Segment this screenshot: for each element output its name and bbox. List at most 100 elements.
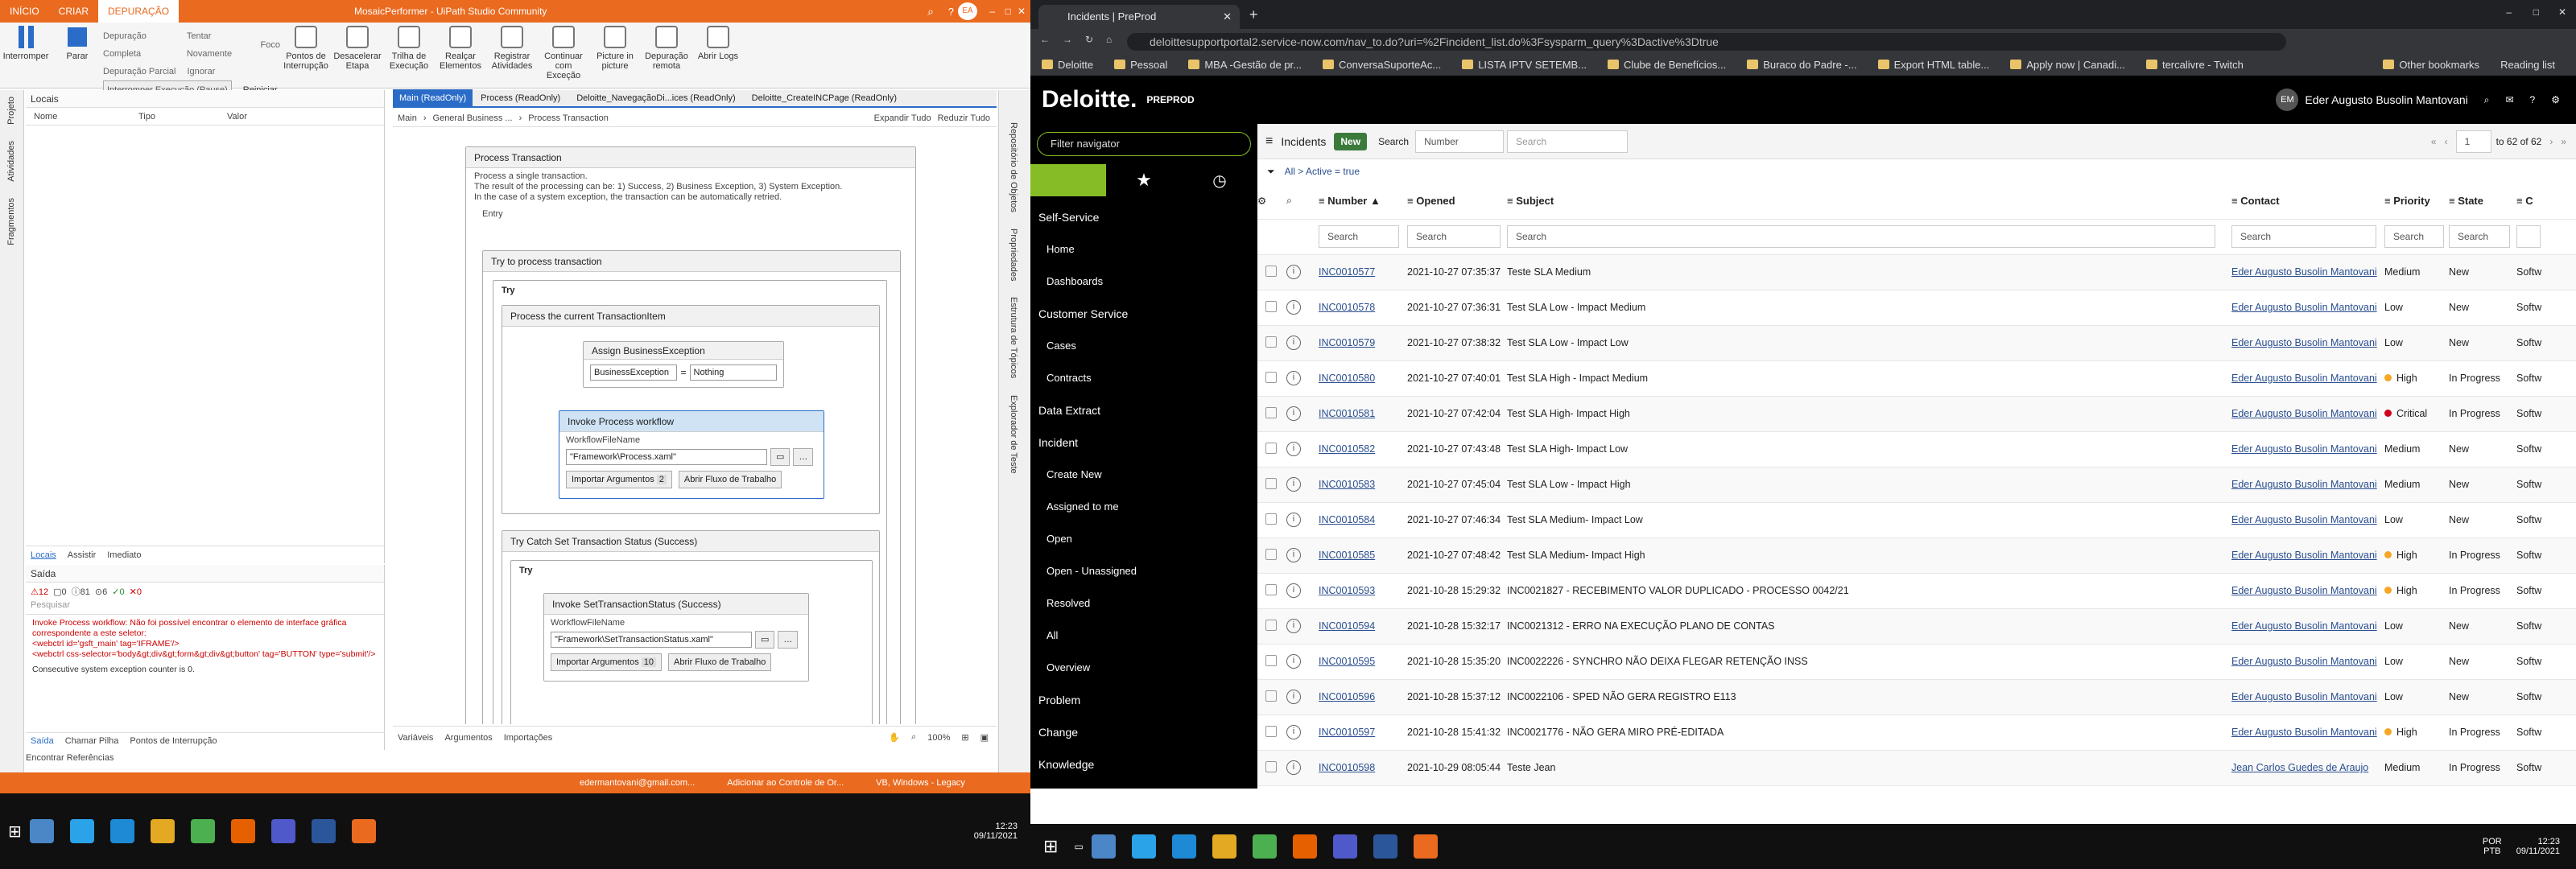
info-icon[interactable]: i (1286, 300, 1301, 315)
nav-item-10[interactable]: Open (1030, 523, 1257, 555)
bookmark-conversa[interactable]: ConversaSuporteAc... (1323, 59, 1441, 71)
table-row[interactable]: i INC0010593 2021-10-28 15:29:32 INC0021827… (1257, 573, 2576, 609)
address-bar[interactable]: deloittesupportportal2.service-now.com/n… (1127, 33, 2286, 51)
teams-icon[interactable] (270, 819, 295, 843)
invoke-process-activity[interactable]: Invoke Process workflow WorkflowFileName… (559, 410, 824, 499)
minimize-icon[interactable]: – (989, 6, 995, 17)
info-icon[interactable]: i (1286, 548, 1301, 562)
bookmark-other[interactable]: Other bookmarks (2383, 59, 2479, 71)
row-checkbox[interactable] (1265, 300, 1277, 312)
depuracao-parcial-button[interactable]: Depuração Parcial (103, 63, 176, 80)
contact-link[interactable]: Eder Augusto Busolin Mantovani (2231, 691, 2377, 702)
info-icon[interactable]: i (1286, 336, 1301, 350)
table-row[interactable]: i INC0010581 2021-10-27 07:42:04 Test SLA H… (1257, 396, 2576, 432)
table-row[interactable]: i INC0010579 2021-10-27 07:38:32 Test SLA L… (1257, 325, 2576, 361)
status-source-control[interactable]: Adicionar ao Controle de Or... (727, 778, 844, 788)
avatar[interactable]: EM (2276, 89, 2299, 111)
info-icon[interactable]: i (1286, 760, 1301, 775)
contact-link[interactable]: Jean Carlos Guedes de Araujo (2231, 762, 2368, 773)
foco-button[interactable]: Foco (261, 36, 280, 54)
explorer-icon[interactable] (150, 819, 175, 843)
task-view-icon[interactable]: ▭ (1074, 841, 1083, 852)
tab-propriedades[interactable]: Propriedades (1009, 229, 1018, 281)
search-icon[interactable]: ⌕ (927, 5, 934, 19)
explorer-icon[interactable] (1212, 834, 1236, 859)
tab-criar[interactable]: CRIAR (49, 0, 98, 23)
incident-number-link[interactable]: INC0010595 (1319, 656, 1375, 667)
status-email[interactable]: edermantovani@gmail.com... (580, 778, 695, 788)
edge-icon[interactable] (109, 819, 134, 843)
tab-depuracao[interactable]: DEPURAÇÃO (98, 0, 180, 23)
breadcrumb-main[interactable]: Main (398, 113, 417, 123)
expand-all-button[interactable]: Expandir Tudo (874, 113, 931, 123)
ignorar-button[interactable]: Ignorar (188, 63, 216, 80)
bookmark-deloitte[interactable]: Deloitte (1042, 59, 1093, 71)
firefox-icon[interactable] (230, 819, 255, 843)
tab-pontos-interrupcao[interactable]: Pontos de Interrupção (130, 736, 217, 746)
table-row[interactable]: iINC00105992021-11-01 10:45:26Teste Medi… (1257, 785, 2576, 787)
tab-projeto[interactable]: Projeto (6, 97, 16, 125)
row-checkbox[interactable] (1265, 690, 1277, 702)
windows-start-icon[interactable]: ⊞ (1043, 836, 1058, 857)
bookmark-pessoal[interactable]: Pessoal (1114, 59, 1167, 71)
workflow-filename-field-2[interactable]: "Framework\SetTransactionStatus.xaml" (551, 632, 752, 648)
fit-icon[interactable]: ⊞ (961, 732, 968, 743)
row-checkbox[interactable] (1265, 725, 1277, 737)
contact-link[interactable]: Eder Augusto Busolin Mantovani (2231, 443, 2377, 455)
tray-clock[interactable]: 12:23 09/11/2021 (2516, 837, 2560, 856)
chat-icon[interactable]: ✉ (2505, 94, 2513, 105)
search-opened-input[interactable]: Search (1407, 225, 1501, 248)
interromper-button[interactable]: Interromper (0, 23, 52, 85)
tab-close-icon[interactable]: ✕ (1223, 5, 1232, 29)
nav-item-16[interactable]: Change (1030, 716, 1257, 748)
info-icon[interactable]: i (1286, 265, 1301, 279)
incident-number-link[interactable]: INC0010593 (1319, 585, 1375, 596)
nav-item-6[interactable]: Data Extract (1030, 394, 1257, 426)
info-icon[interactable]: i (1286, 477, 1301, 492)
uipath-icon[interactable] (1413, 834, 1438, 859)
workflow-filename-field[interactable]: "Framework\Process.xaml" (566, 449, 767, 465)
contact-link[interactable]: Eder Augusto Busolin Mantovani (2231, 266, 2377, 278)
warning-count-badge[interactable]: ▢0 (53, 587, 67, 597)
row-checkbox[interactable] (1265, 583, 1277, 595)
bookmark-reading-list[interactable]: Reading list (2500, 59, 2555, 71)
table-row[interactable]: i INC0010596 2021-10-28 15:37:12 INC0022106… (1257, 679, 2576, 715)
contact-link[interactable]: Eder Augusto Busolin Mantovani (2231, 620, 2377, 632)
bookmark-tercalivre[interactable]: tercalivre - Twitch (2145, 59, 2244, 71)
nav-item-0[interactable]: Self-Service (1030, 201, 1257, 233)
back-icon[interactable]: ← (1040, 34, 1050, 45)
favorites-star-icon[interactable]: ★ (1106, 170, 1182, 191)
info-icon[interactable]: i (1286, 583, 1301, 598)
zoom-search-icon[interactable]: ⌕ (911, 732, 916, 743)
nav-item-8[interactable]: Create New (1030, 459, 1257, 491)
info-icon[interactable]: i (1286, 690, 1301, 704)
nav-item-15[interactable]: Problem (1030, 684, 1257, 716)
funnel-icon[interactable]: ⏷ (1267, 166, 1275, 178)
col-priority[interactable]: ≡ Priority (2384, 183, 2449, 220)
row-checkbox[interactable] (1265, 654, 1277, 666)
folder-icon[interactable]: ▭ (770, 448, 791, 466)
tentar-novamente-button[interactable]: Tentar Novamente (187, 27, 250, 63)
hamburger-icon[interactable]: ≡ (1265, 134, 1273, 149)
nav-item-5[interactable]: Contracts (1030, 362, 1257, 394)
search-number-input[interactable]: Search (1319, 225, 1399, 248)
table-row[interactable]: i INC0010597 2021-10-28 15:41:32 INC0021776… (1257, 715, 2576, 751)
output-search-input[interactable]: Pesquisar (26, 600, 384, 615)
more-button-2[interactable]: … (778, 631, 799, 649)
remota-button[interactable]: Depuração remota (641, 23, 692, 85)
assign-left-field[interactable]: BusinessException (590, 364, 678, 381)
page-input[interactable]: 1 (2455, 130, 2491, 153)
bookmark-buraco[interactable]: Buraco do Padre -... (1747, 59, 1857, 71)
incident-number-link[interactable]: INC0010597 (1319, 727, 1375, 738)
new-tab-button[interactable]: + (1249, 6, 1258, 23)
tab-explorador[interactable]: Explorador de Teste (1009, 395, 1018, 474)
contact-link[interactable]: Eder Augusto Busolin Mantovani (2231, 727, 2377, 738)
minimize-icon[interactable]: – (2506, 6, 2512, 18)
table-row[interactable]: i INC0010595 2021-10-28 15:35:20 INC0022226… (1257, 644, 2576, 680)
filter-breadcrumb[interactable]: All > Active = true (1285, 166, 1360, 177)
contact-link[interactable]: Eder Augusto Busolin Mantovani (2231, 337, 2377, 348)
home-icon[interactable]: ⌂ (1106, 34, 1112, 45)
contact-link[interactable]: Eder Augusto Busolin Mantovani (2231, 479, 2377, 490)
incident-number-link[interactable]: INC0010584 (1319, 514, 1375, 525)
info-icon[interactable]: i (1286, 513, 1301, 527)
